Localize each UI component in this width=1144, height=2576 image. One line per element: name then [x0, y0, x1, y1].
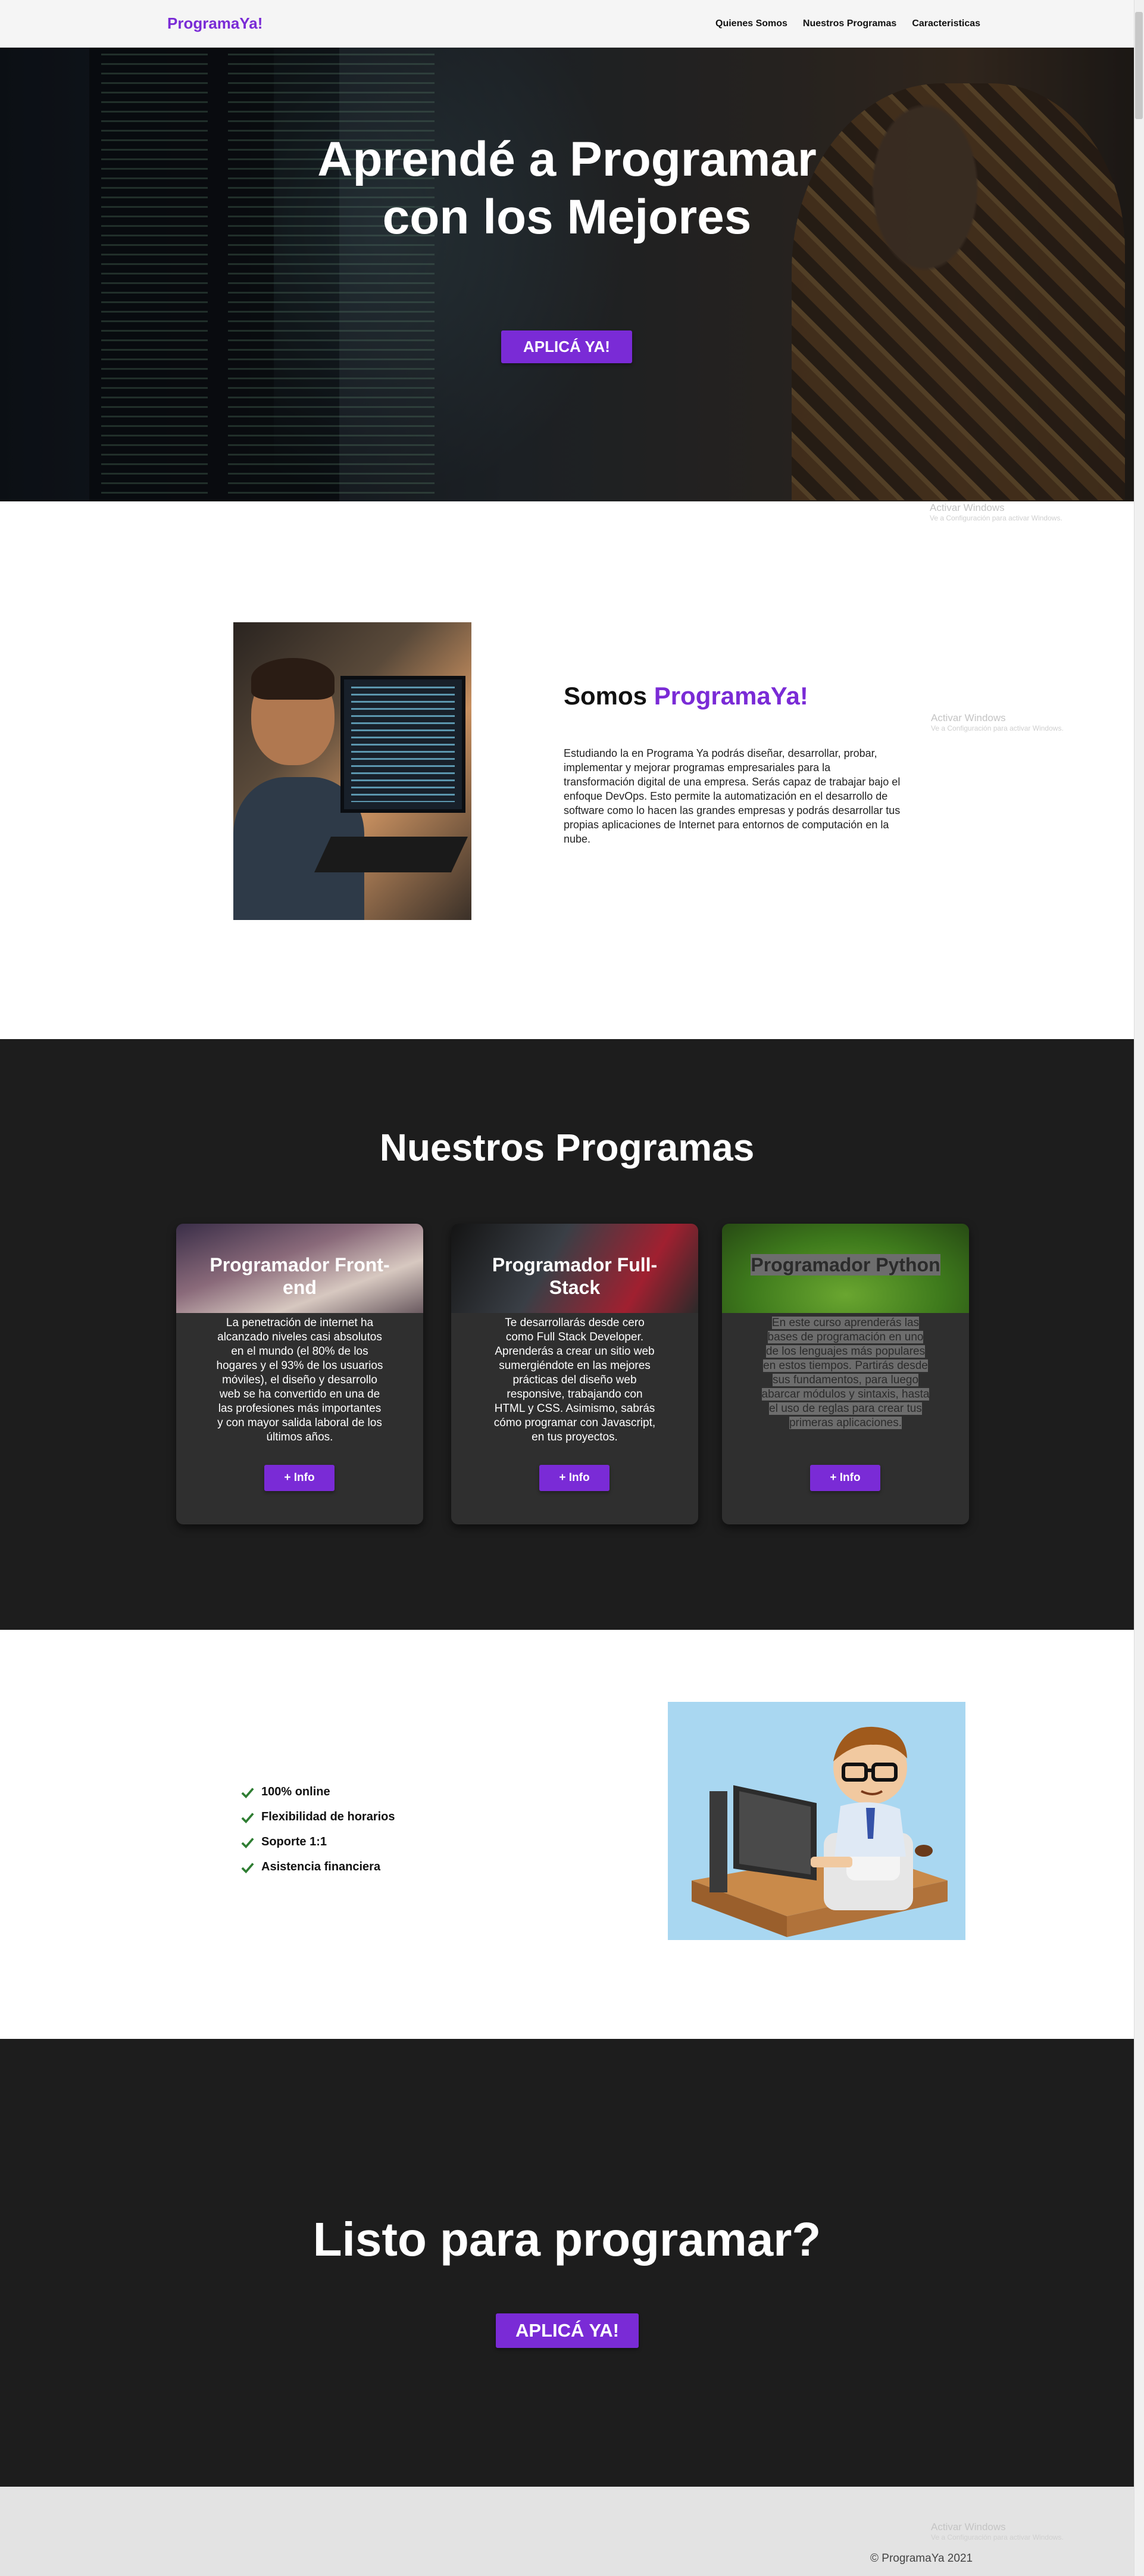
hero-overlay — [0, 48, 1134, 501]
card-text: Te desarrollarás desde cero como Full St… — [493, 1317, 656, 1443]
feature-label: Flexibilidad de horarios — [261, 1810, 395, 1823]
about-title-accent: ProgramaYa! — [654, 682, 808, 710]
footer-copyright: © ProgramaYa 2021 — [870, 2552, 973, 2565]
nav-link-nuestros-programas[interactable]: Nuestros Programas — [803, 18, 896, 29]
program-card-fullstack: Programador Full-Stack Te desarrollarás … — [451, 1224, 698, 1524]
info-button[interactable]: + Info — [539, 1465, 609, 1491]
watermark-subtitle: Ve a Configuración para activar Windows. — [931, 724, 1064, 733]
hero-apply-button[interactable]: APLICÁ YA! — [501, 330, 632, 363]
page-scrollbar[interactable] — [1134, 0, 1144, 2576]
brand-logo[interactable]: ProgramaYa! — [167, 14, 262, 33]
cta-apply-button[interactable]: APLICÁ YA! — [496, 2313, 639, 2348]
windows-watermark: Activar Windows Ve a Configuración para … — [931, 712, 1064, 733]
feature-item: Flexibilidad de horarios — [241, 1810, 395, 1824]
watermark-subtitle: Ve a Configuración para activar Windows. — [931, 2533, 1064, 2542]
info-button[interactable]: + Info — [810, 1465, 880, 1491]
windows-watermark: Activar Windows Ve a Configuración para … — [930, 501, 1062, 523]
hero-section — [0, 48, 1134, 501]
hero-title: Aprendé a Programar con los Mejores — [262, 131, 872, 247]
windows-watermark: Activar Windows Ve a Configuración para … — [931, 2521, 1064, 2542]
check-icon — [241, 1787, 254, 1798]
about-text: Estudiando la en Programa Ya podrás dise… — [564, 747, 901, 845]
programmer-cartoon-illustration — [668, 1702, 965, 1940]
about-title-prefix: Somos — [564, 682, 648, 710]
cta-title: Listo para programar? — [312, 2213, 821, 2266]
card-title: Programador Front-end — [210, 1254, 390, 1298]
page-scrollbar-thumb[interactable] — [1135, 12, 1143, 119]
features-list: 100% online Flexibilidad de horarios Sop… — [241, 1785, 395, 1874]
watermark-title: Activar Windows — [931, 2521, 1006, 2533]
check-icon — [241, 1837, 254, 1848]
card-title-text: Programador Python — [751, 1254, 940, 1275]
programs-title: Nuestros Programas — [379, 1126, 755, 1169]
feature-item: Asistencia financiera — [241, 1860, 395, 1874]
feature-label: Asistencia financiera — [261, 1860, 381, 1873]
nav-links: Quienes Somos Nuestros Programas Caracte… — [715, 18, 980, 29]
feature-item: 100% online — [241, 1785, 395, 1799]
feature-label: Soporte 1:1 — [261, 1835, 327, 1848]
hero-title-line-1: Aprendé a Programar — [317, 132, 817, 186]
about-title: Somos ProgramaYa! — [564, 682, 808, 710]
program-card-python: Programador Python En este curso aprende… — [722, 1224, 969, 1524]
card-text: En este curso aprenderás las bases de pr… — [761, 1316, 930, 1430]
nav-link-caracteristicas[interactable]: Caracteristicas — [912, 18, 980, 29]
info-button[interactable]: + Info — [264, 1465, 335, 1491]
card-text: La penetración de internet ha alcanzado … — [216, 1317, 383, 1443]
program-card-frontend: Programador Front-end La penetración de … — [176, 1224, 423, 1524]
feature-label: 100% online — [261, 1785, 330, 1798]
feature-item: Soporte 1:1 — [241, 1835, 395, 1849]
watermark-title: Activar Windows — [930, 502, 1005, 513]
watermark-title: Activar Windows — [931, 712, 1006, 723]
about-photo-programmer — [233, 622, 471, 920]
check-icon — [241, 1812, 254, 1823]
nav-link-quienes-somos[interactable]: Quienes Somos — [715, 18, 787, 29]
hero-title-line-2: con los Mejores — [382, 189, 752, 244]
card-text-content: En este curso aprenderás las bases de pr… — [761, 1317, 930, 1429]
check-icon — [241, 1862, 254, 1873]
watermark-subtitle: Ve a Configuración para activar Windows. — [930, 514, 1062, 523]
card-title: Programador Full-Stack — [492, 1254, 658, 1298]
card-title: Programador Python — [722, 1253, 969, 1276]
